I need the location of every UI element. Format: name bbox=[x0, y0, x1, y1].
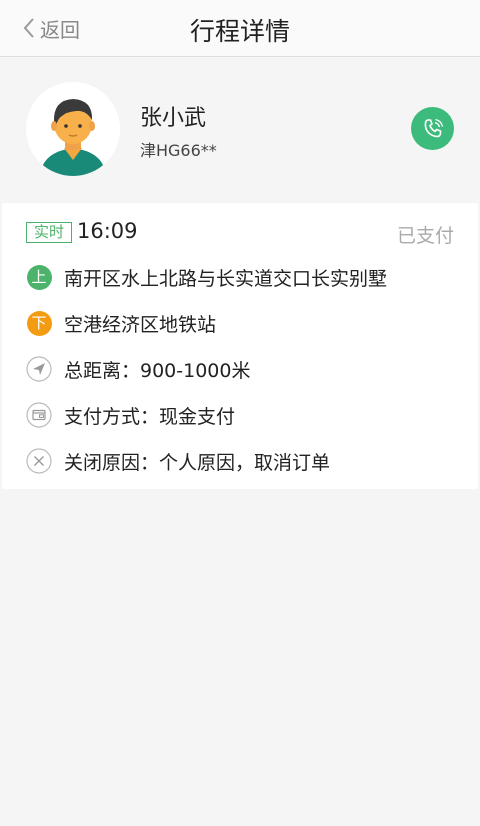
dropoff-dot-icon: 下 bbox=[26, 310, 52, 336]
pickup-row: 上 南开区水上北路与长实道交口长实别墅 bbox=[26, 262, 468, 292]
dropoff-address: 空港经济区地铁站 bbox=[64, 313, 217, 336]
time-row: 实时 16:09 已支付 bbox=[26, 219, 454, 249]
back-button[interactable]: 返回 bbox=[22, 13, 80, 43]
avatar bbox=[26, 82, 120, 176]
trip-time: 16:09 bbox=[77, 219, 138, 243]
close-reason-row: 关闭原因：个人原因，取消订单 bbox=[26, 446, 468, 476]
driver-avatar-icon bbox=[26, 82, 120, 176]
close-circle-icon bbox=[26, 448, 52, 474]
trip-detail-card: 实时 16:09 已支付 上 南开区水上北路与长实道交口长实别墅 下 空港经济区… bbox=[2, 203, 478, 489]
call-driver-button[interactable] bbox=[411, 107, 454, 150]
realtime-badge: 实时 bbox=[26, 222, 72, 243]
pickup-address: 南开区水上北路与长实道交口长实别墅 bbox=[64, 267, 388, 290]
nav-bar: 返回 行程详情 bbox=[0, 0, 480, 57]
payment-row: 支付方式：现金支付 bbox=[26, 400, 468, 430]
back-label: 返回 bbox=[40, 17, 80, 42]
payment-status: 已支付 bbox=[396, 225, 454, 247]
driver-section: 张小武 津HG66** bbox=[0, 58, 480, 200]
dropoff-row: 下 空港经济区地铁站 bbox=[26, 308, 468, 338]
navigation-arrow-icon bbox=[26, 356, 52, 382]
chevron-left-icon bbox=[23, 18, 34, 38]
close-reason: 关闭原因：个人原因，取消订单 bbox=[64, 451, 331, 474]
pickup-dot-icon: 上 bbox=[26, 264, 52, 290]
driver-name: 张小武 bbox=[140, 106, 207, 131]
license-plate: 津HG66** bbox=[140, 141, 217, 160]
payment-method: 支付方式：现金支付 bbox=[64, 405, 236, 428]
distance-row: 总距离：900-1000米 bbox=[26, 354, 468, 384]
phone-icon bbox=[424, 118, 443, 137]
wallet-icon bbox=[26, 402, 52, 428]
distance-text: 总距离：900-1000米 bbox=[64, 359, 251, 382]
